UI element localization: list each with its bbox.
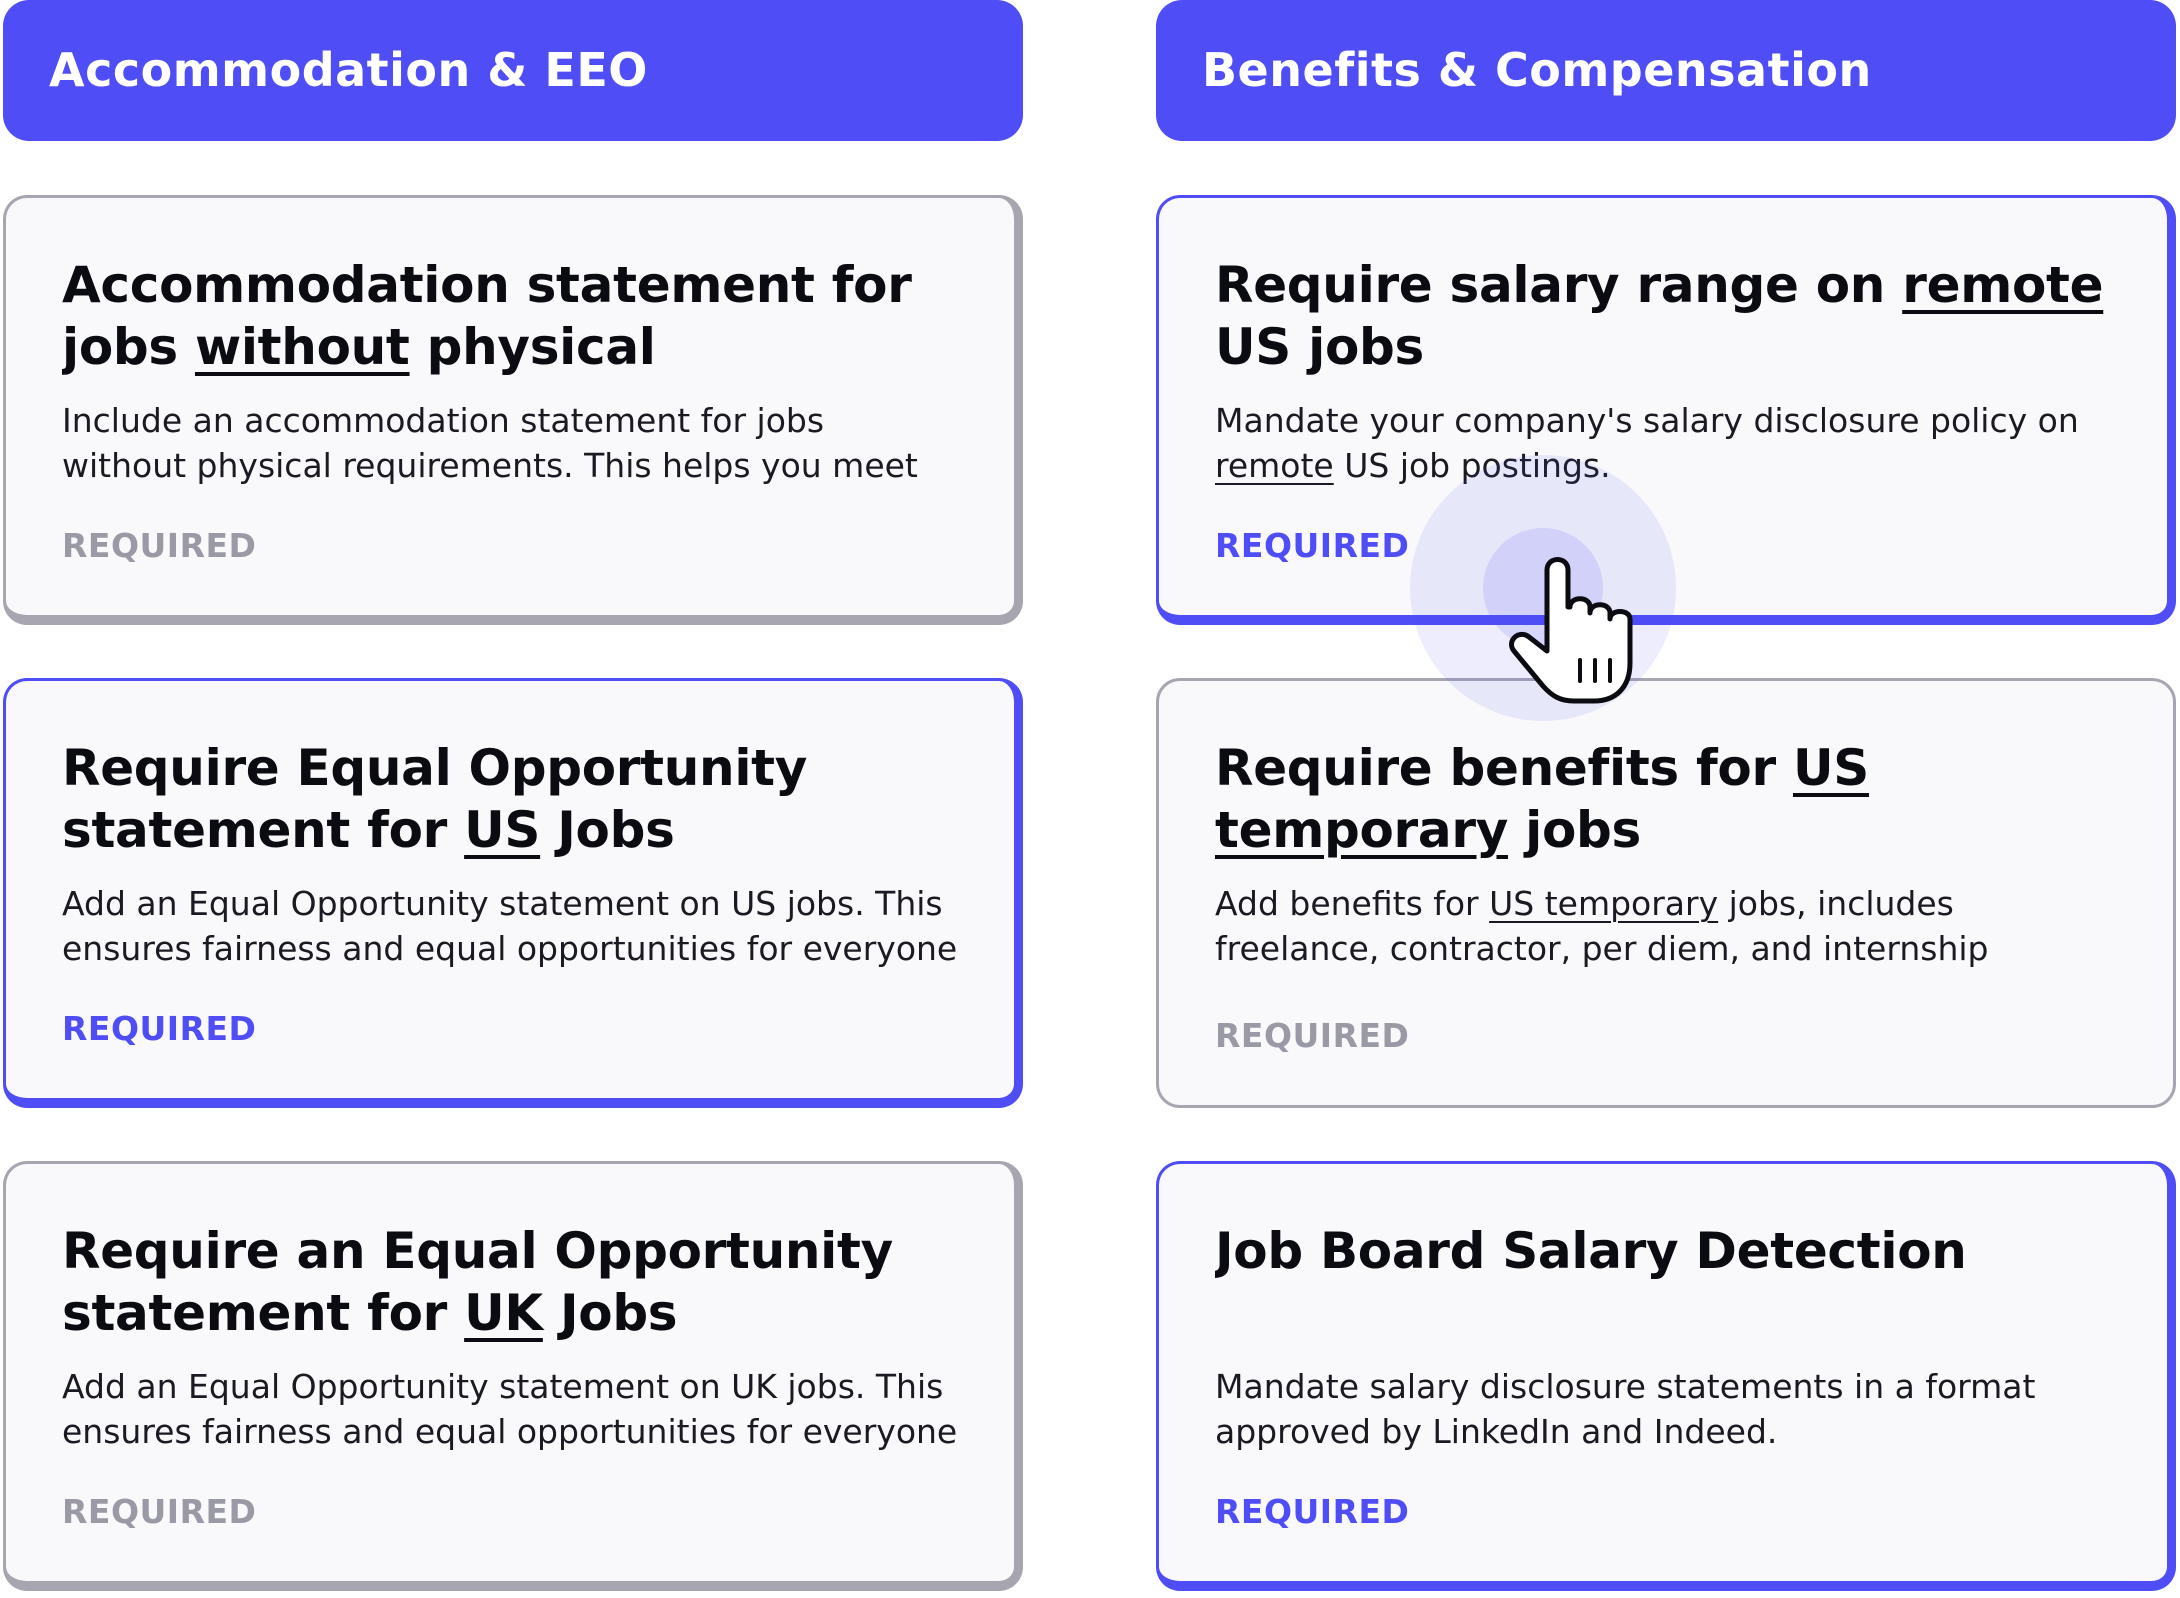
card-title: Require an Equal Opportunity statement f… — [62, 1220, 958, 1344]
policy-card[interactable]: Require Equal Opportunity statement for … — [3, 678, 1023, 1108]
required-badge: REQUIRED — [62, 526, 257, 565]
description-text: Add an Equal Opportunity statement on US… — [62, 884, 958, 968]
card-description: Mandate your company's salary disclosure… — [1215, 398, 2111, 488]
description-text: Mandate salary disclosure statements in … — [1215, 1367, 2036, 1451]
title-text: Job Board Salary Detection — [1215, 1222, 1967, 1280]
policy-card[interactable]: Job Board Salary Detection Mandate salar… — [1156, 1161, 2176, 1591]
policy-card[interactable]: Require salary range on remote US jobs M… — [1156, 195, 2176, 625]
description-text: Mandate your company's salary disclosure… — [1215, 401, 2079, 440]
policy-card[interactable]: Require an Equal Opportunity statement f… — [3, 1161, 1023, 1591]
title-emphasis: UK — [464, 1284, 543, 1342]
required-badge: REQUIRED — [1215, 526, 1410, 565]
card-description: Add an Equal Opportunity statement on US… — [62, 881, 958, 971]
card-title: Job Board Salary Detection — [1215, 1220, 2111, 1344]
title-text: Require benefits for — [1215, 739, 1793, 797]
card-title: Accommodation statement for jobs without… — [62, 254, 958, 378]
card-description: Include an accommodation statement for j… — [62, 398, 958, 488]
title-text: Jobs — [542, 1284, 678, 1342]
title-emphasis: without — [194, 318, 410, 376]
card-title: Require benefits for US temporary jobs — [1215, 737, 2117, 861]
title-text: Jobs — [540, 801, 675, 859]
policy-card[interactable]: Accommodation statement for jobs without… — [3, 195, 1023, 625]
title-emphasis: US — [464, 801, 541, 859]
required-badge: REQUIRED — [62, 1009, 257, 1048]
description-emphasis: US temporary — [1489, 884, 1719, 923]
required-badge: REQUIRED — [62, 1492, 257, 1531]
section-header: Accommodation & EEO — [3, 0, 1023, 141]
required-badge: REQUIRED — [1215, 1016, 1410, 1055]
card-title: Require salary range on remote US jobs — [1215, 254, 2111, 378]
card-description: Add benefits for US temporary jobs, incl… — [1215, 881, 2117, 971]
required-badge: REQUIRED — [1215, 1492, 1410, 1531]
description-emphasis: remote — [1215, 446, 1334, 485]
title-text: Require Equal Opportunity statement for — [62, 739, 808, 859]
description-text: Add an Equal Opportunity statement on UK… — [62, 1367, 958, 1451]
title-text: US jobs — [1215, 318, 1424, 376]
policy-card[interactable]: Require benefits for US temporary jobs A… — [1156, 678, 2176, 1108]
section-accommodation-eeo: Accommodation & EEO Accommodation statem… — [3, 0, 1023, 1591]
section-benefits-compensation: Benefits & Compensation Require salary r… — [1156, 0, 2176, 1591]
description-text: US job postings. — [1333, 446, 1611, 485]
description-text: Include an accommodation statement for j… — [62, 401, 918, 485]
description-text: Add benefits for — [1215, 884, 1490, 923]
card-title: Require Equal Opportunity statement for … — [62, 737, 958, 861]
title-text: jobs — [1508, 801, 1641, 859]
title-emphasis: remote — [1902, 256, 2104, 314]
section-header: Benefits & Compensation — [1156, 0, 2176, 141]
title-text: Require salary range on — [1215, 256, 1903, 314]
card-description: Add an Equal Opportunity statement on UK… — [62, 1364, 958, 1454]
card-description: Mandate salary disclosure statements in … — [1215, 1364, 2111, 1454]
